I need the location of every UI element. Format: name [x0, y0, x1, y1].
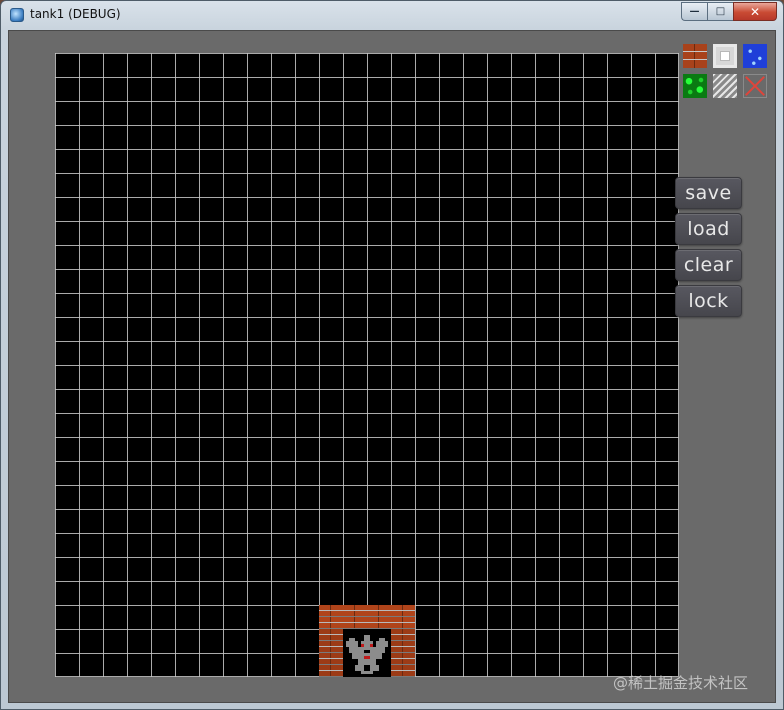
map-grid[interactable]	[55, 53, 679, 677]
app-icon	[10, 8, 24, 22]
eagle-icon	[343, 629, 391, 677]
brick-tile	[391, 629, 415, 653]
save-button[interactable]: save	[675, 177, 742, 209]
ice-icon[interactable]	[713, 74, 737, 98]
minimize-button[interactable]: —	[681, 2, 707, 21]
erase-x-icon[interactable]	[743, 74, 767, 98]
minimize-icon: —	[689, 5, 700, 17]
grass-icon[interactable]	[683, 74, 707, 98]
steel-wall-icon[interactable]	[713, 44, 737, 68]
brick-wall-icon[interactable]	[683, 44, 707, 68]
brick-tile	[391, 605, 415, 629]
close-button[interactable]: ✕	[733, 2, 777, 21]
lock-button[interactable]: lock	[675, 285, 742, 317]
clear-button[interactable]: clear	[675, 249, 742, 281]
brick-tile	[319, 605, 343, 629]
window-title: tank1 (DEBUG)	[30, 7, 121, 21]
window-controls: — □ ✕	[681, 2, 777, 21]
maximize-icon: □	[715, 5, 726, 17]
brick-tile	[367, 605, 391, 629]
close-icon: ✕	[749, 4, 761, 19]
load-button[interactable]: load	[675, 213, 742, 245]
brick-tile	[319, 653, 343, 677]
title-bar[interactable]: tank1 (DEBUG) — □ ✕	[1, 1, 783, 29]
water-icon[interactable]	[743, 44, 767, 68]
maximize-button[interactable]: □	[707, 2, 733, 21]
brick-tile	[343, 605, 367, 629]
brick-tile	[391, 653, 415, 677]
watermark: @稀土掘金技术社区	[613, 674, 749, 692]
brick-tile	[319, 629, 343, 653]
